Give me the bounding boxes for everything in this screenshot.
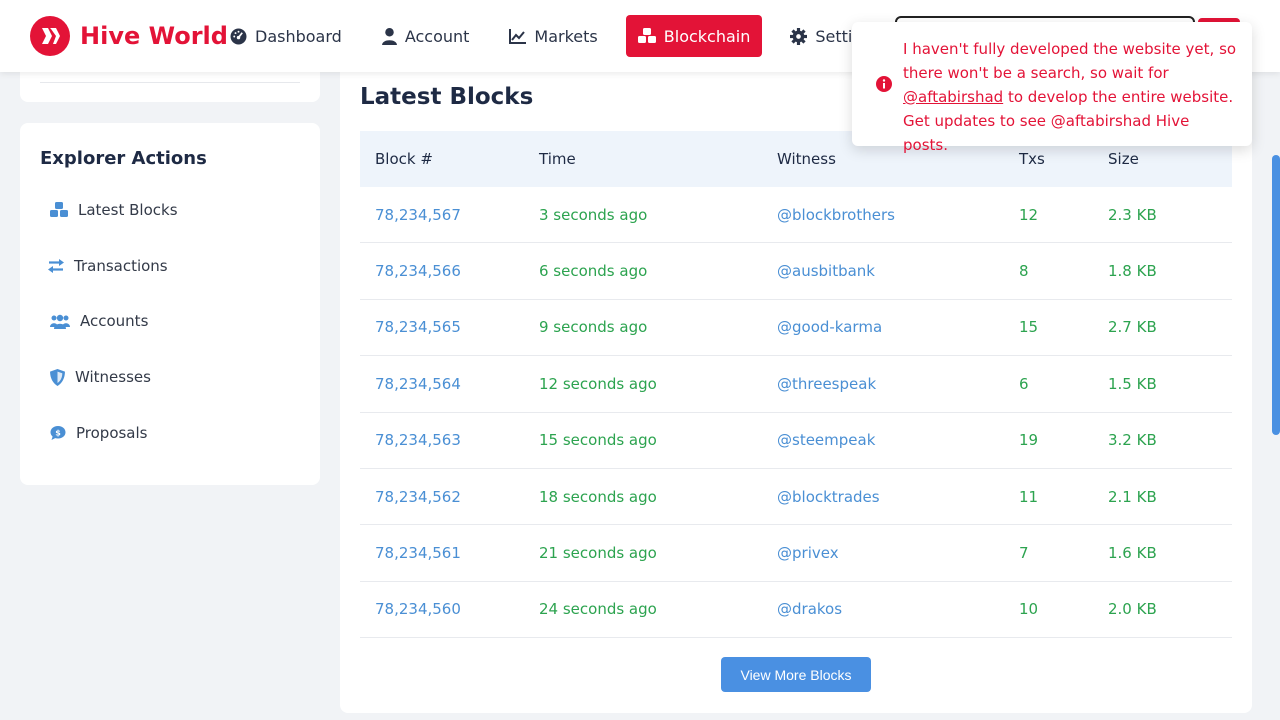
blocks-table: Block # Time Witness Txs Size 78,234,567…	[360, 131, 1232, 639]
witness-link[interactable]: @good-karma	[777, 318, 1019, 336]
page-title: Latest Blocks	[360, 84, 534, 110]
table-row: 78,234,562 18 seconds ago @blocktrades 1…	[360, 469, 1232, 526]
info-toast: I haven't fully developed the website ye…	[852, 22, 1252, 154]
block-size: 1.8 KB	[1108, 262, 1157, 281]
witness-link[interactable]: @ausbitbank	[777, 262, 1019, 280]
block-time: 9 seconds ago	[539, 318, 648, 337]
table-row: 78,234,567 3 seconds ago @blockbrothers …	[360, 187, 1232, 244]
block-size: 3.2 KB	[1108, 431, 1157, 450]
sidebar-item-accounts[interactable]: Accounts	[50, 312, 148, 330]
tx-count: 7	[1019, 544, 1029, 563]
block-time: 12 seconds ago	[539, 374, 657, 393]
nav-account[interactable]: Account	[370, 15, 482, 57]
mention-link[interactable]: @aftabirshad	[903, 88, 1003, 106]
table-row: 78,234,566 6 seconds ago @ausbitbank 8 1…	[360, 243, 1232, 300]
sidebar-item-label: Witnesses	[75, 368, 151, 386]
cubes-icon	[50, 202, 68, 217]
sidebar-divider	[40, 82, 300, 83]
witness-link[interactable]: @blocktrades	[777, 488, 1019, 506]
tx-count: 12	[1019, 205, 1039, 224]
sidebar-item-latest-blocks[interactable]: Latest Blocks	[50, 201, 178, 219]
block-time: 15 seconds ago	[539, 431, 657, 450]
sidebar-item-label: Latest Blocks	[78, 201, 178, 219]
brand-name: Hive World	[80, 22, 228, 50]
witness-link[interactable]: @privex	[777, 544, 1019, 562]
block-number-link[interactable]: 78,234,564	[360, 375, 539, 393]
users-icon	[50, 314, 70, 329]
user-icon	[381, 27, 397, 45]
block-size: 2.0 KB	[1108, 600, 1157, 619]
exchange-icon	[48, 259, 64, 273]
view-more-blocks-button[interactable]: View More Blocks	[721, 657, 871, 692]
sidebar-item-label: Accounts	[80, 312, 149, 330]
tx-count: 8	[1019, 262, 1029, 281]
shield-icon	[50, 368, 65, 386]
witness-link[interactable]: @blockbrothers	[777, 206, 1019, 224]
block-size: 2.7 KB	[1108, 318, 1157, 337]
info-circle-icon	[876, 76, 892, 92]
table-row: 78,234,564 12 seconds ago @threespeak 6 …	[360, 356, 1232, 413]
nav-blockchain[interactable]: Blockchain	[625, 15, 763, 57]
block-number-link[interactable]: 78,234,561	[360, 544, 539, 562]
brand-logo[interactable]: Hive World	[30, 16, 228, 56]
explorer-actions-title: Explorer Actions	[40, 148, 207, 169]
block-number-link[interactable]: 78,234,563	[360, 431, 539, 449]
block-number-link[interactable]: 78,234,562	[360, 488, 539, 506]
gear-icon	[790, 27, 808, 45]
nav-blockchain-label: Blockchain	[663, 26, 751, 46]
explorer-actions-card: Explorer Actions Latest Blocks Transacti…	[20, 123, 320, 485]
block-size: 2.1 KB	[1108, 487, 1157, 506]
sidebar-item-transactions[interactable]: Transactions	[48, 257, 168, 275]
block-size: 1.6 KB	[1108, 544, 1157, 563]
table-row: 78,234,563 15 seconds ago @steempeak 19 …	[360, 413, 1232, 469]
proposal-icon: $	[50, 426, 66, 440]
main-nav: Dashboard Account Markets Blockchain Set…	[218, 15, 909, 57]
column-header-block[interactable]: Block #	[360, 150, 539, 168]
nav-markets-label: Markets	[534, 26, 598, 46]
table-row: 78,234,561 21 seconds ago @privex 7 1.6 …	[360, 525, 1232, 582]
toast-message: I haven't fully developed the website ye…	[903, 37, 1238, 157]
cubes-icon	[637, 28, 656, 43]
page-scrollbar[interactable]	[1272, 155, 1280, 435]
block-time: 3 seconds ago	[539, 205, 648, 224]
nav-account-label: Account	[404, 26, 470, 46]
tx-count: 19	[1019, 431, 1039, 450]
block-time: 24 seconds ago	[539, 600, 657, 619]
block-number-link[interactable]: 78,234,565	[360, 318, 539, 336]
witness-link[interactable]: @threespeak	[777, 375, 1019, 393]
svg-text:$: $	[55, 429, 61, 438]
block-number-link[interactable]: 78,234,566	[360, 262, 539, 280]
block-number-link[interactable]: 78,234,560	[360, 600, 539, 618]
dashboard-icon	[230, 28, 247, 44]
column-header-time[interactable]: Time	[539, 150, 777, 168]
nav-markets[interactable]: Markets	[497, 15, 609, 57]
nav-dashboard-label: Dashboard	[255, 26, 342, 46]
block-time: 21 seconds ago	[539, 544, 657, 563]
tx-count: 15	[1019, 318, 1039, 337]
witness-link[interactable]: @steempeak	[777, 431, 1019, 449]
sidebar-item-label: Transactions	[74, 257, 168, 275]
latest-blocks-panel: Latest Blocks Block # Time Witness Txs S…	[340, 60, 1252, 713]
table-row: 78,234,560 24 seconds ago @drakos 10 2.0…	[360, 582, 1232, 639]
nav-dashboard[interactable]: Dashboard	[218, 15, 354, 57]
block-time: 6 seconds ago	[539, 262, 648, 281]
table-row: 78,234,565 9 seconds ago @good-karma 15 …	[360, 300, 1232, 357]
hive-logo-icon	[30, 16, 70, 56]
block-time: 18 seconds ago	[539, 487, 657, 506]
sidebar-item-label: Proposals	[76, 424, 148, 442]
sidebar-item-witnesses[interactable]: Witnesses	[50, 368, 151, 386]
tx-count: 10	[1019, 600, 1039, 619]
tx-count: 6	[1019, 374, 1029, 393]
chart-line-icon	[509, 28, 527, 44]
block-size: 1.5 KB	[1108, 374, 1157, 393]
block-size: 2.3 KB	[1108, 205, 1157, 224]
sidebar-item-proposals[interactable]: $ Proposals	[50, 424, 147, 442]
toast-text-start: I haven't fully developed the website ye…	[903, 40, 1237, 82]
block-number-link[interactable]: 78,234,567	[360, 206, 539, 224]
witness-link[interactable]: @drakos	[777, 600, 1019, 618]
tx-count: 11	[1019, 487, 1039, 506]
